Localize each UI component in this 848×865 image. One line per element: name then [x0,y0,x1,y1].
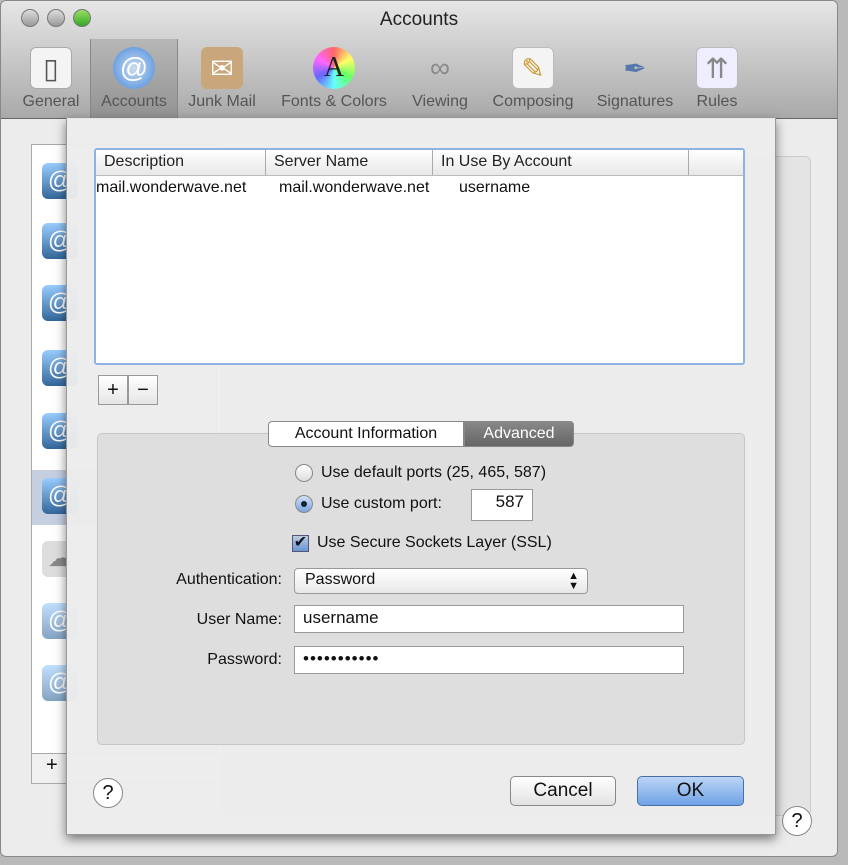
column-server-name[interactable]: Server Name [266,150,433,175]
cell-server-name: mail.wonderwave.net [279,179,430,196]
password-label: Password: [207,651,282,668]
ok-button[interactable]: OK [637,776,744,806]
help-button[interactable]: ? [93,778,123,808]
toolbar-signatures[interactable]: ✒ Signatures [589,39,681,119]
updown-arrows-icon: ▲ ▼ [568,570,579,592]
toolbar-label: General [22,93,80,110]
smtp-server-sheet: Description Server Name In Use By Accoun… [66,118,776,835]
column-in-use-by[interactable]: In Use By Account [433,150,689,175]
username-label: User Name: [196,611,282,628]
pencil-paper-icon: ✎ [512,47,554,89]
toolbar-composing[interactable]: ✎ Composing [483,39,583,119]
radio-custom-port[interactable] [295,495,313,513]
custom-port-input[interactable]: 587 [471,489,533,521]
tab-advanced[interactable]: Advanced [464,421,574,447]
toolbar-label: Viewing [412,93,468,110]
table-header: Description Server Name In Use By Accoun… [96,150,743,176]
toolbar-junk-mail[interactable]: ✉ Junk Mail [181,39,263,119]
window-title: Accounts [379,9,459,30]
username-input[interactable]: username [294,605,684,633]
ssl-checkbox[interactable]: ✔ [292,534,309,552]
ssl-label: Use Secure Sockets Layer (SSL) [317,534,552,551]
toolbar-fonts-colors[interactable]: A Fonts & Colors [271,39,397,119]
password-input[interactable]: ••••••••••• [294,646,684,674]
toolbar-label: Composing [492,93,574,110]
custom-port-label: Use custom port: [321,495,442,512]
tab-account-information[interactable]: Account Information [268,421,464,447]
authentication-select[interactable]: Password ▲ ▼ [294,568,588,594]
ssl-option[interactable]: ✔ Use Secure Sockets Layer (SSL) [292,534,552,552]
toolbar-viewing[interactable]: ∞ Viewing [405,39,475,119]
authentication-value: Password [305,571,376,588]
table-row[interactable]: mail.wonderwave.net mail.wonderwave.net … [96,176,743,197]
background-help-button[interactable]: ? [782,806,812,836]
column-description[interactable]: Description [96,150,266,175]
remove-server-button[interactable]: − [128,375,158,405]
add-server-button[interactable]: + [98,375,128,405]
viewing-glasses-icon: ∞ [430,52,450,83]
toolbar-label: Accounts [101,93,167,110]
cell-in-use-by: username [459,179,531,196]
custom-port-option[interactable]: Use custom port: [295,495,442,513]
cancel-button[interactable]: Cancel [510,776,616,806]
toolbar-label: Junk Mail [188,93,256,110]
default-ports-option[interactable]: Use default ports (25, 465, 587) [295,464,546,482]
toolbar-label: Signatures [596,93,674,110]
radio-default-ports[interactable] [295,464,313,482]
authentication-label: Authentication: [176,571,282,588]
toolbar-label: Fonts & Colors [281,93,387,110]
junk-bag-icon: ✉ [201,47,243,89]
toolbar-general[interactable]: ▯ General [15,39,87,119]
toolbar-accounts[interactable]: @ Accounts [90,39,178,119]
cell-description: mail.wonderwave.net [96,179,247,196]
toolbar-rules[interactable]: ⇈ Rules [689,39,745,119]
default-ports-label: Use default ports (25, 465, 587) [321,464,547,481]
fonts-colors-icon: A [313,47,355,89]
pen-signature-icon: ✒ [623,52,647,84]
switch-icon: ▯ [30,47,72,89]
server-table: Description Server Name In Use By Accoun… [94,148,745,365]
rules-arrows-icon: ⇈ [696,47,738,89]
at-icon: @ [113,47,155,89]
toolbar-label: Rules [696,93,738,110]
